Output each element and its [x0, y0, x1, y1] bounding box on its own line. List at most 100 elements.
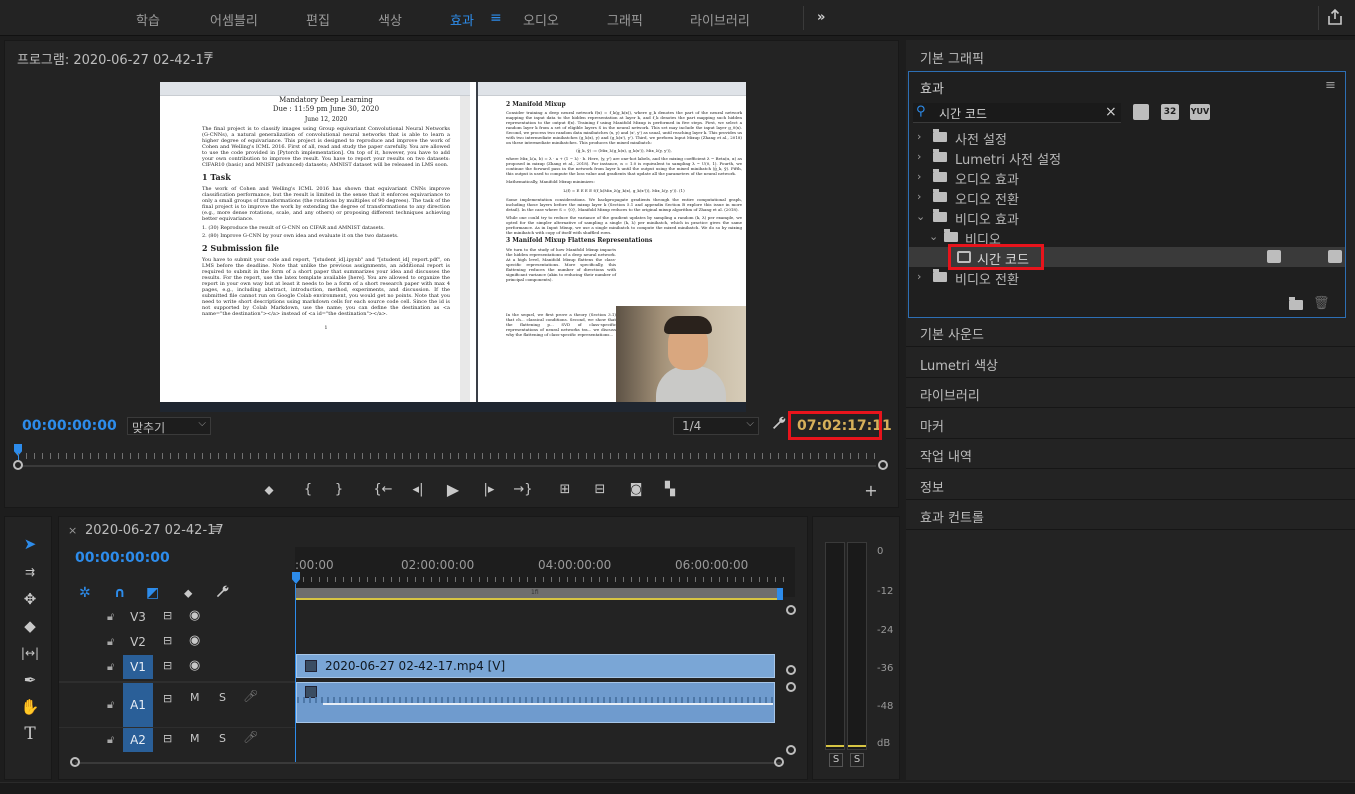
track-name-a1[interactable]: A1 — [123, 683, 153, 728]
tree-item-video-transitions[interactable]: › 비디오 전환 — [909, 267, 1345, 288]
workspace-tab-learn[interactable]: 학습 — [136, 10, 160, 29]
sync-lock-icon[interactable]: ⊟ — [163, 634, 172, 647]
lock-icon[interactable]: 🔓︎ — [107, 660, 114, 674]
sequence-tab[interactable]: 2020-06-27 02-42-17 — [85, 523, 224, 538]
solo-left-button[interactable]: S — [829, 753, 843, 767]
sync-lock-icon[interactable]: ⊟ — [163, 609, 172, 622]
panel-menu-icon[interactable]: ≡ — [203, 48, 214, 63]
section-info[interactable]: 정보 — [920, 477, 944, 496]
ripple-edit-tool-icon[interactable]: ✥ — [19, 588, 41, 610]
workspace-tab-editing[interactable]: 편집 — [306, 10, 330, 29]
scroll-handle[interactable] — [774, 757, 784, 767]
timeline-ruler[interactable]: :00:00 02:00:00:00 04:00:00:00 06:00:00:… — [295, 547, 795, 600]
mark-in-icon[interactable]: { — [298, 482, 318, 497]
eye-icon[interactable]: ◉ — [189, 608, 200, 623]
scroll-handle[interactable] — [786, 665, 796, 675]
resolution-dropdown[interactable]: 1/4 ⌵ — [673, 417, 759, 435]
workspace-tab-libraries[interactable]: 라이브러리 — [690, 10, 750, 29]
sync-lock-icon[interactable]: ⊟ — [163, 659, 172, 672]
microphone-icon[interactable]: 🎤︎ — [243, 730, 258, 744]
step-back-icon[interactable]: ◂| — [408, 482, 428, 497]
workspace-tab-assembly[interactable]: 어셈블리 — [210, 10, 258, 29]
trash-icon[interactable]: 🗑︎ — [1313, 296, 1330, 311]
panel-menu-icon[interactable]: ≡ — [211, 522, 222, 537]
solo-button[interactable]: S — [219, 691, 226, 704]
tree-item-presets[interactable]: › 사전 설정 — [909, 127, 1345, 148]
clear-search-icon[interactable]: × — [1105, 104, 1117, 120]
chevron-down-icon[interactable]: ⌄ — [929, 230, 938, 243]
fit-dropdown[interactable]: 맞추기 ⌵ — [127, 417, 211, 435]
section-markers[interactable]: 마커 — [920, 416, 944, 435]
lock-icon[interactable]: 🔓︎ — [107, 635, 114, 649]
solo-right-button[interactable]: S — [850, 753, 864, 767]
work-area-bar[interactable]: 1fi — [295, 588, 781, 600]
accelerated-effects-icon[interactable] — [1133, 104, 1149, 120]
selection-tool-icon[interactable]: ➤ — [19, 533, 41, 555]
chevron-right-icon[interactable]: › — [917, 130, 921, 143]
chevron-right-icon[interactable]: › — [917, 170, 921, 183]
mark-out-icon[interactable]: } — [329, 482, 349, 497]
effects-search-field[interactable]: ⚲ 시간 코드 × — [913, 103, 1121, 123]
eye-icon[interactable]: ◉ — [189, 633, 200, 648]
section-essential-sound[interactable]: 기본 사운드 — [920, 324, 984, 343]
compare-view-icon[interactable]: ▚ — [660, 482, 680, 497]
lift-icon[interactable]: ⊞ — [555, 482, 575, 497]
slip-tool-icon[interactable]: |↔| — [19, 642, 41, 664]
scroll-handle[interactable] — [786, 682, 796, 692]
tree-item-audio-effects[interactable]: › 오디오 효과 — [909, 167, 1345, 188]
share-icon[interactable] — [1326, 8, 1344, 29]
pen-tool-icon[interactable]: ✒ — [19, 669, 41, 691]
microphone-icon[interactable]: 🎤︎ — [243, 689, 258, 703]
work-area-end[interactable] — [777, 588, 783, 600]
panel-menu-icon[interactable]: ≡ — [1325, 78, 1336, 93]
tree-item-audio-transitions[interactable]: › 오디오 전환 — [909, 187, 1345, 208]
step-forward-icon[interactable]: |▸ — [479, 482, 499, 497]
solo-button[interactable]: S — [219, 732, 226, 745]
program-time-ruler[interactable] — [18, 453, 882, 459]
tree-item-video-effects[interactable]: ⌄ 비디오 효과 — [909, 207, 1345, 228]
yuv-effects-icon[interactable]: YUV — [1190, 104, 1210, 120]
chevron-right-icon[interactable]: › — [917, 150, 921, 163]
section-history[interactable]: 작업 내역 — [920, 446, 972, 465]
hand-tool-icon[interactable]: ✋ — [19, 696, 41, 718]
extract-icon[interactable]: ⊟ — [590, 482, 610, 497]
audio-clip[interactable] — [296, 682, 775, 723]
linked-selection-icon[interactable]: ◩ — [146, 585, 159, 601]
button-editor-plus-icon[interactable]: + — [861, 481, 881, 500]
track-name-v3[interactable]: V3 — [123, 610, 153, 624]
chevron-right-icon[interactable]: › — [917, 270, 921, 283]
timeline-timecode[interactable]: 00:00:00:00 — [75, 550, 170, 566]
workspace-tab-graphics[interactable]: 그래픽 — [607, 10, 643, 29]
track-name-a2[interactable]: A2 — [123, 728, 153, 752]
track-name-v1[interactable]: V1 — [123, 655, 153, 679]
zoom-handle-left[interactable] — [13, 460, 23, 470]
add-marker-icon[interactable]: ⬥ — [259, 483, 279, 498]
chevron-down-icon[interactable]: ⌄ — [916, 210, 925, 223]
workspace-tab-effects[interactable]: 효과 — [450, 10, 474, 29]
type-tool-icon[interactable]: T — [19, 723, 41, 745]
sync-lock-icon[interactable]: ⊟ — [163, 692, 172, 705]
scroll-handle[interactable] — [786, 745, 796, 755]
scroll-handle[interactable] — [786, 605, 796, 615]
chevron-right-icon[interactable]: › — [917, 190, 921, 203]
lock-icon[interactable]: 🔓︎ — [107, 698, 114, 712]
sync-lock-icon[interactable]: ⊟ — [163, 732, 172, 745]
snap-nest-icon[interactable]: ✲ — [79, 585, 91, 601]
wrench-icon[interactable] — [771, 415, 787, 434]
section-libraries[interactable]: 라이브러리 — [920, 385, 980, 404]
zoom-scrollbar[interactable] — [22, 465, 876, 467]
32bit-effects-icon[interactable]: 32 — [1161, 104, 1179, 120]
program-current-timecode[interactable]: 00:00:00:00 — [22, 418, 117, 434]
track-select-tool-icon[interactable]: ⇉ — [19, 561, 41, 583]
export-frame-icon[interactable]: ◙ — [626, 482, 646, 497]
wrench-icon[interactable] — [215, 584, 230, 602]
mute-button[interactable]: M — [190, 691, 200, 704]
timeline-horizontal-scrollbar[interactable] — [75, 762, 781, 764]
lock-icon[interactable]: 🔓︎ — [107, 610, 114, 624]
tree-item-lumetri-presets[interactable]: › Lumetri 사전 설정 — [909, 147, 1345, 168]
go-to-in-icon[interactable]: {← — [373, 482, 393, 497]
section-effect-controls[interactable]: 효과 컨트롤 — [920, 507, 984, 526]
new-bin-icon[interactable] — [1289, 297, 1303, 310]
zoom-handle-right[interactable] — [878, 460, 888, 470]
go-to-out-icon[interactable]: →} — [513, 482, 533, 497]
